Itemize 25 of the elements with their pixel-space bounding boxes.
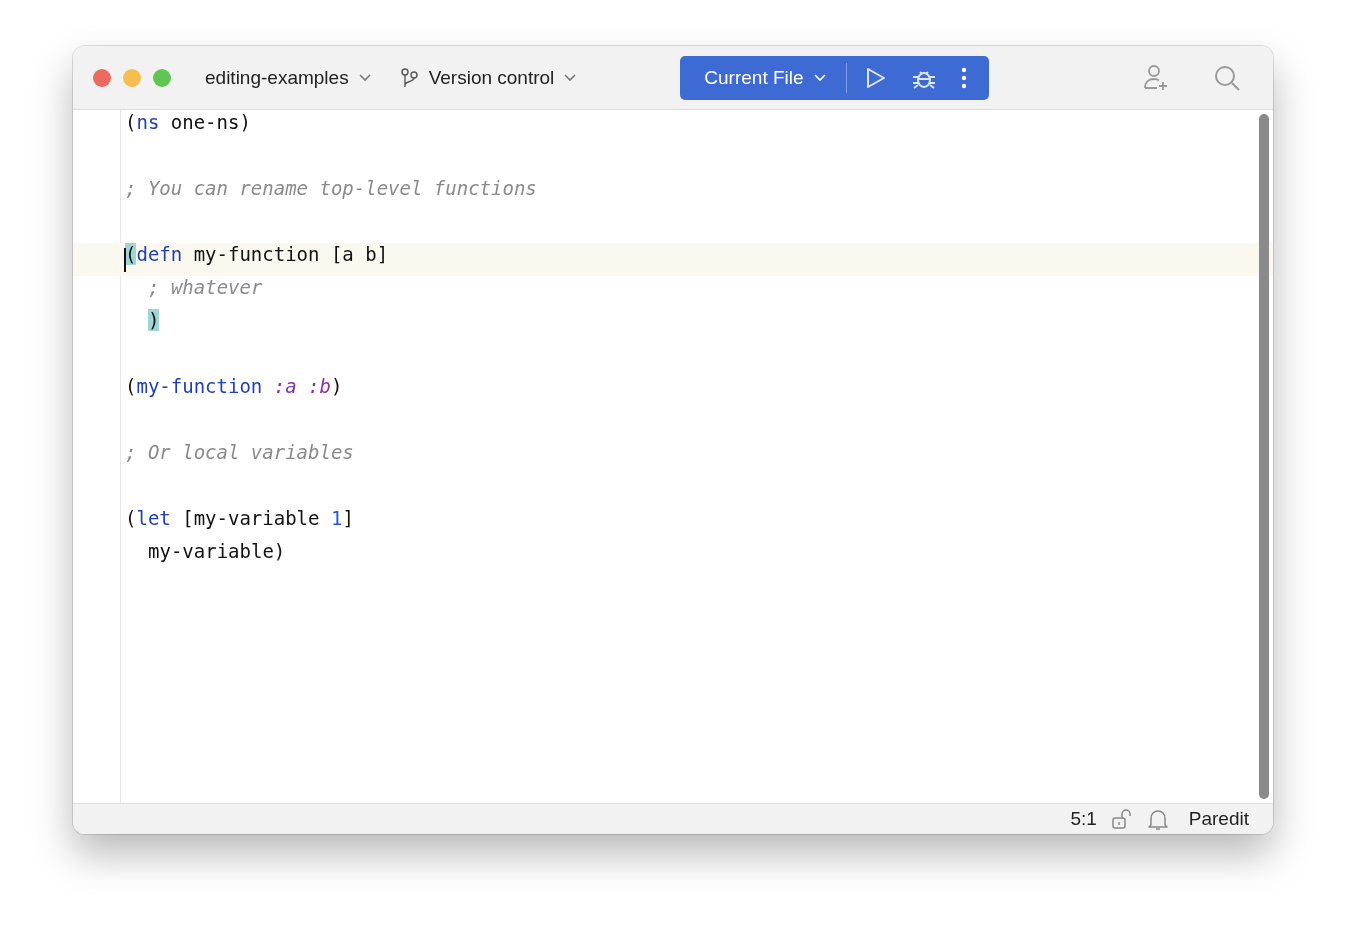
more-icon [960, 66, 967, 89]
search-icon [1213, 63, 1241, 92]
play-icon [864, 65, 887, 90]
code-line: ; You can rename top-level functions [124, 177, 538, 201]
version-control-dropdown[interactable]: Version control [392, 62, 585, 93]
cursor-position[interactable]: 5:1 [1070, 808, 1097, 830]
close-button[interactable] [93, 68, 111, 87]
paredit-mode[interactable]: Paredit [1188, 808, 1249, 830]
code-line: ; whatever [147, 276, 264, 300]
minimize-button[interactable] [123, 68, 141, 87]
chevron-down-icon [813, 73, 826, 82]
chevron-down-icon [564, 73, 577, 82]
code-line: (let [my-variable 1] [124, 507, 355, 531]
scrollbar[interactable] [1259, 114, 1269, 799]
code-line: ; Or local variables [124, 441, 355, 465]
bell-icon[interactable] [1146, 807, 1169, 831]
chevron-down-icon [358, 73, 371, 82]
project-dropdown[interactable]: editing-examples [197, 62, 379, 93]
zoom-button[interactable] [153, 68, 171, 87]
code-line: (ns one-ns) [124, 111, 252, 135]
run-configuration-dropdown[interactable]: Current File [690, 62, 840, 93]
code-line: my-variable) [147, 540, 287, 564]
unlocked-padlock-icon[interactable] [1110, 808, 1133, 830]
code-line: (my-function :a :b) [124, 375, 344, 399]
branch-icon [400, 67, 419, 88]
